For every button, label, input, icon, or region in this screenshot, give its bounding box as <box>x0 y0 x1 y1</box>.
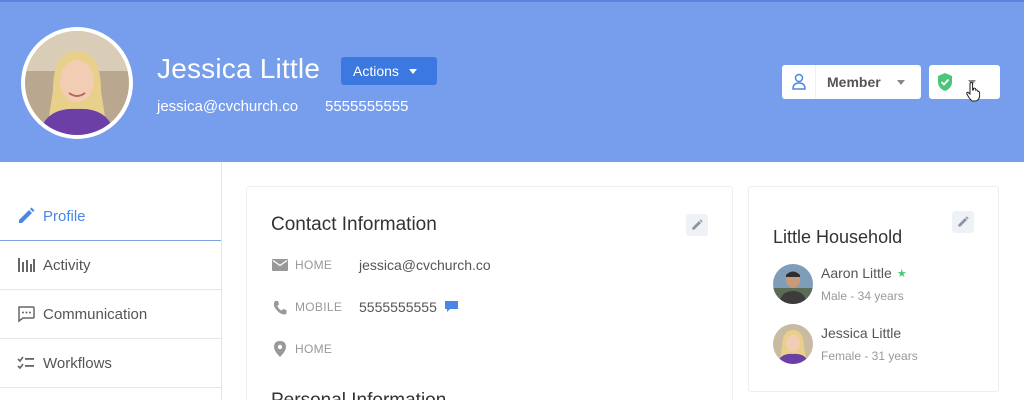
contact-value[interactable]: jessica@cvchurch.co <box>359 257 491 273</box>
avatar <box>773 264 813 304</box>
personal-information-title: Personal Information <box>271 390 446 400</box>
caret-down-icon <box>408 68 417 74</box>
contact-row-address: HOME <box>271 341 359 357</box>
pencil-icon <box>16 206 36 226</box>
contact-row-mobile: MOBILE 5555555555 <box>271 299 458 315</box>
contact-label: HOME <box>295 342 333 356</box>
sidebar-item-label: Workflows <box>43 354 112 372</box>
sidebar-item-label: Communication <box>43 305 148 323</box>
phone-icon <box>271 300 289 315</box>
avatar <box>773 324 813 364</box>
sidebar-item-communication[interactable]: Communication <box>0 290 221 339</box>
map-pin-icon <box>271 341 289 357</box>
member-details: Male - 34 years <box>821 289 904 303</box>
member-name: Jessica Little <box>821 325 902 341</box>
envelope-icon <box>271 259 289 271</box>
connection-status-label: Member <box>827 74 881 90</box>
sidebar-item-label: Profile <box>43 207 86 225</box>
contact-label: HOME <box>295 258 333 272</box>
profile-sidebar-nav: Profile Activity Communication Workflows <box>0 162 222 400</box>
caret-down-icon <box>896 79 905 85</box>
household-title[interactable]: Little Household <box>773 227 902 248</box>
activity-bars-icon <box>16 255 36 275</box>
edit-contact-button[interactable] <box>686 214 708 236</box>
shield-check-icon <box>938 73 952 91</box>
profile-photo <box>25 31 129 135</box>
hand-cursor-icon <box>966 82 981 102</box>
edit-household-button[interactable] <box>952 211 974 233</box>
person-phone[interactable]: 5555555555 <box>325 98 408 115</box>
person-name: Jessica Little <box>157 53 321 84</box>
member-name: Aaron Little <box>821 265 892 281</box>
pencil-icon <box>958 216 969 227</box>
actions-dropdown-button[interactable]: Actions <box>341 57 437 85</box>
chat-bubble-icon <box>16 304 36 324</box>
sms-message-icon[interactable] <box>444 301 458 313</box>
actions-label: Actions <box>353 63 399 79</box>
checklist-icon <box>16 353 36 373</box>
contact-card-title: Contact Information <box>271 214 437 235</box>
pencil-icon <box>692 219 703 230</box>
sidebar-item-label: Activity <box>43 256 91 274</box>
contact-label: MOBILE <box>295 300 343 314</box>
star-icon: ★ <box>896 267 907 280</box>
member-details: Female - 31 years <box>821 349 918 363</box>
person-email[interactable]: jessica@cvchurch.co <box>157 98 298 115</box>
contact-row-email: HOME jessica@cvchurch.co <box>271 257 491 273</box>
sidebar-item-profile[interactable]: Profile <box>0 192 221 241</box>
sidebar-item-workflows[interactable]: Workflows <box>0 339 221 388</box>
household-member[interactable]: Aaron Little ★ Male - 34 years <box>773 264 907 304</box>
profile-avatar[interactable] <box>21 27 133 139</box>
contact-value[interactable]: 5555555555 <box>359 299 437 315</box>
household-member[interactable]: Jessica Little Female - 31 years <box>773 324 918 364</box>
sidebar-item-activity[interactable]: Activity <box>0 241 221 290</box>
person-icon <box>782 65 816 99</box>
connection-status-select[interactable]: Member <box>782 65 921 99</box>
